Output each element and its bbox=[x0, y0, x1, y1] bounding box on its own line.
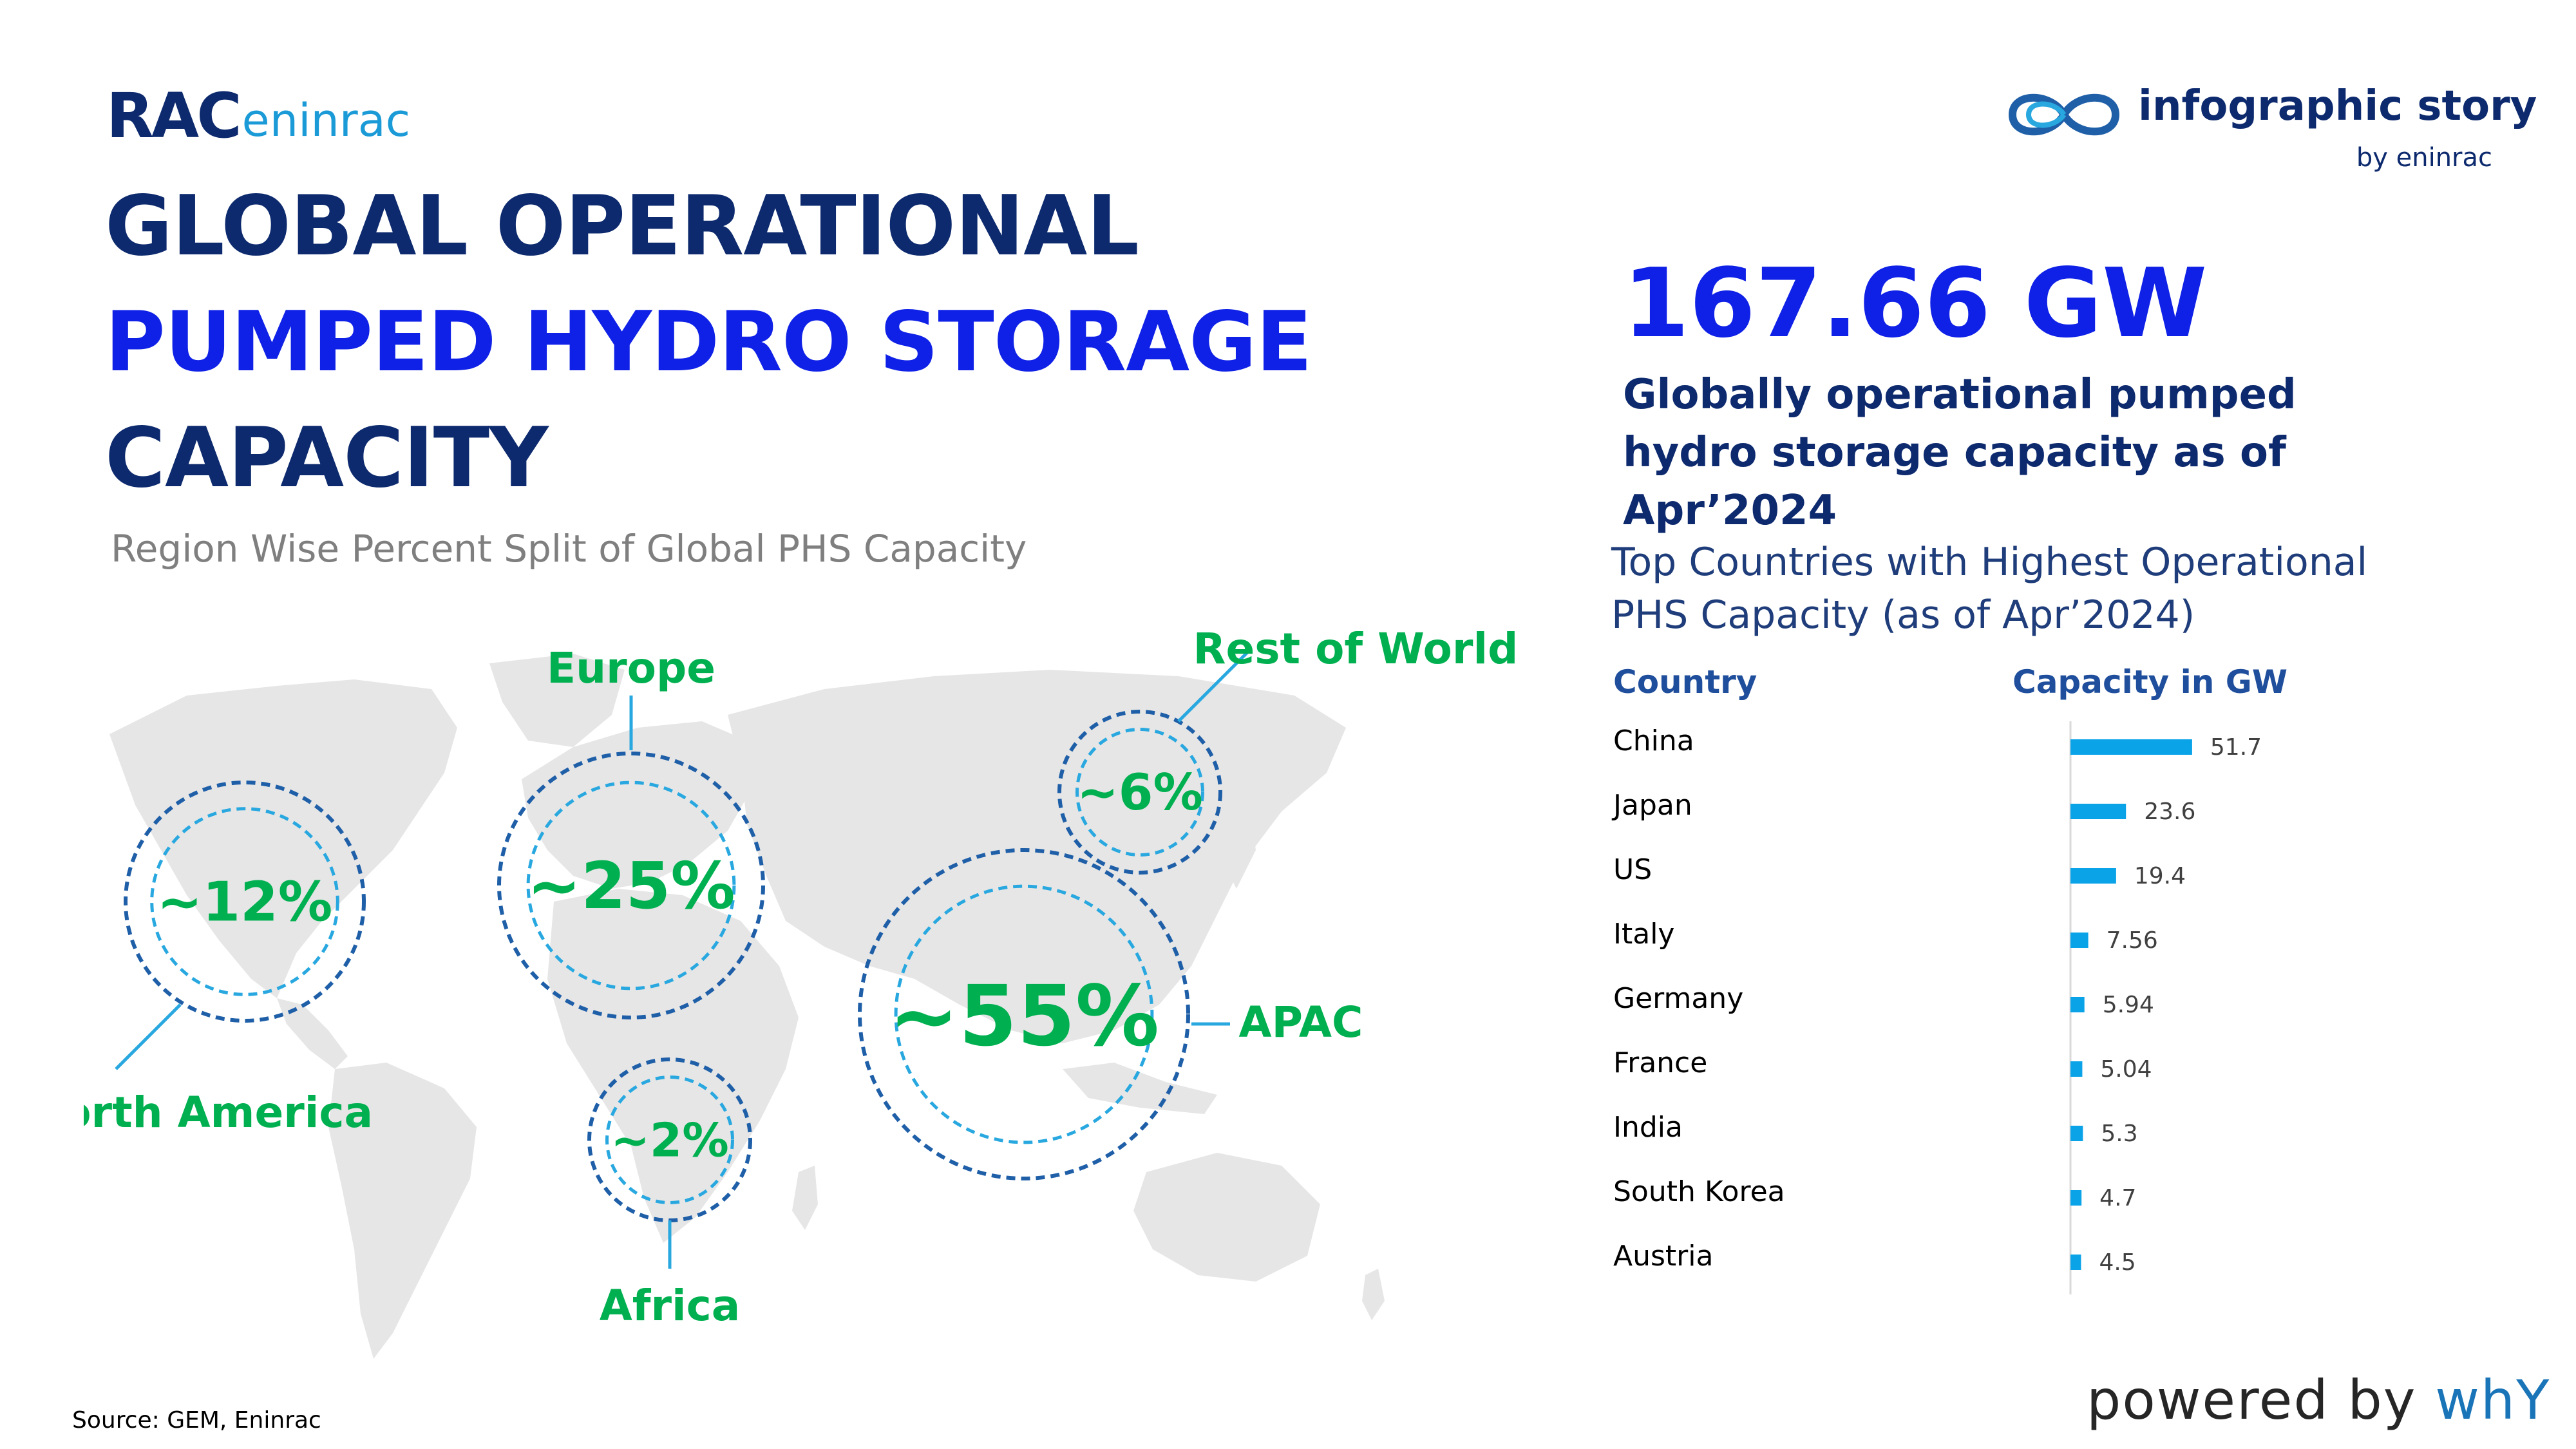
headline-description: Globally operational pumped hydro storag… bbox=[1623, 371, 2297, 535]
bar-chart-title: Top Countries with Highest Operational P… bbox=[1611, 540, 2368, 638]
powered-by: powered by whY bbox=[2087, 1368, 2550, 1432]
region-percent-label: ~25% bbox=[527, 848, 735, 923]
title-line-2: PUMPED HYDRO STORAGE bbox=[105, 294, 1312, 390]
bar-value-label: 5.3 bbox=[2101, 1121, 2137, 1147]
region-name-label: Europe bbox=[547, 643, 715, 693]
world-map-chart: ~12% North America ~25% Europe ~6% Rest of Wo… bbox=[84, 624, 1519, 1359]
country-bar-chart: China 51.7 Japan 23.6 US 19.4 Italy 7.56 Germany… bbox=[1611, 721, 2262, 1294]
bar-value-label: 23.6 bbox=[2144, 799, 2195, 825]
leader-line bbox=[115, 1003, 182, 1070]
bar-value-label: 7.56 bbox=[2107, 927, 2158, 954]
bar-category-label: France bbox=[1613, 1046, 1707, 1079]
logo-name: eninrac bbox=[242, 94, 411, 147]
infinity-loop-icon bbox=[2008, 93, 2120, 136]
region-name-label: Africa bbox=[600, 1281, 741, 1331]
headline-value: 167.66 GW bbox=[1623, 248, 2208, 359]
bar-value-label: 4.7 bbox=[2099, 1185, 2136, 1211]
bar-category-label: US bbox=[1613, 853, 1652, 886]
region-name-label: APAC bbox=[1239, 998, 1363, 1047]
bar-category-label: China bbox=[1613, 724, 1694, 757]
bar-value-label: 51.7 bbox=[2210, 734, 2262, 761]
company-logo: RAC eninrac bbox=[106, 76, 410, 147]
map-subtitle: Region Wise Percent Split of Global PHS … bbox=[111, 527, 1027, 571]
powered-by-brand: whY bbox=[2435, 1368, 2551, 1432]
bar-category-label: India bbox=[1613, 1111, 1683, 1144]
region-percent-label: ~12% bbox=[157, 871, 333, 934]
title-line-1: GLOBAL OPERATIONAL bbox=[105, 178, 1139, 274]
bar-france bbox=[2070, 1061, 2083, 1077]
bar-value-label: 19.4 bbox=[2134, 863, 2186, 889]
region-percent-label: ~6% bbox=[1077, 764, 1203, 822]
bar-category-label: Germany bbox=[1613, 982, 1743, 1015]
region-percent-label: ~2% bbox=[611, 1113, 729, 1168]
bar-value-label: 4.5 bbox=[2099, 1249, 2136, 1276]
bar-category-label: Japan bbox=[1611, 789, 1692, 822]
logo-mark: RAC bbox=[106, 80, 242, 152]
bar-south-korea bbox=[2070, 1190, 2082, 1206]
page-title: GLOBAL OPERATIONAL PUMPED HYDRO STORAGE … bbox=[105, 169, 1312, 516]
bar-austria bbox=[2070, 1255, 2081, 1270]
bar-germany bbox=[2070, 997, 2085, 1012]
bar-italy bbox=[2070, 933, 2088, 948]
bar-category-label: Italy bbox=[1613, 918, 1674, 951]
source-note: Source: GEM, Eninrac bbox=[72, 1407, 321, 1434]
region-name-label: Rest of World bbox=[1193, 624, 1519, 674]
title-line-3: CAPACITY bbox=[105, 410, 549, 506]
brand-byline: by eninrac bbox=[2356, 143, 2492, 173]
bar-china bbox=[2070, 739, 2192, 755]
column-header-country: Country bbox=[1613, 663, 1757, 701]
powered-by-prefix: powered by bbox=[2087, 1368, 2436, 1432]
bar-category-label: Austria bbox=[1613, 1240, 1713, 1273]
region-percent-label: ~55% bbox=[889, 967, 1159, 1065]
column-header-capacity: Capacity in GW bbox=[2012, 663, 2287, 701]
bar-japan bbox=[2070, 804, 2126, 819]
brand-name: infographic story bbox=[2138, 82, 2537, 130]
bar-category-label: South Korea bbox=[1613, 1175, 1785, 1208]
bar-value-label: 5.94 bbox=[2103, 992, 2154, 1018]
region-name-label: North America bbox=[84, 1088, 373, 1137]
bar-us bbox=[2070, 868, 2116, 884]
bar-india bbox=[2070, 1126, 2083, 1141]
bar-value-label: 5.04 bbox=[2100, 1056, 2152, 1083]
